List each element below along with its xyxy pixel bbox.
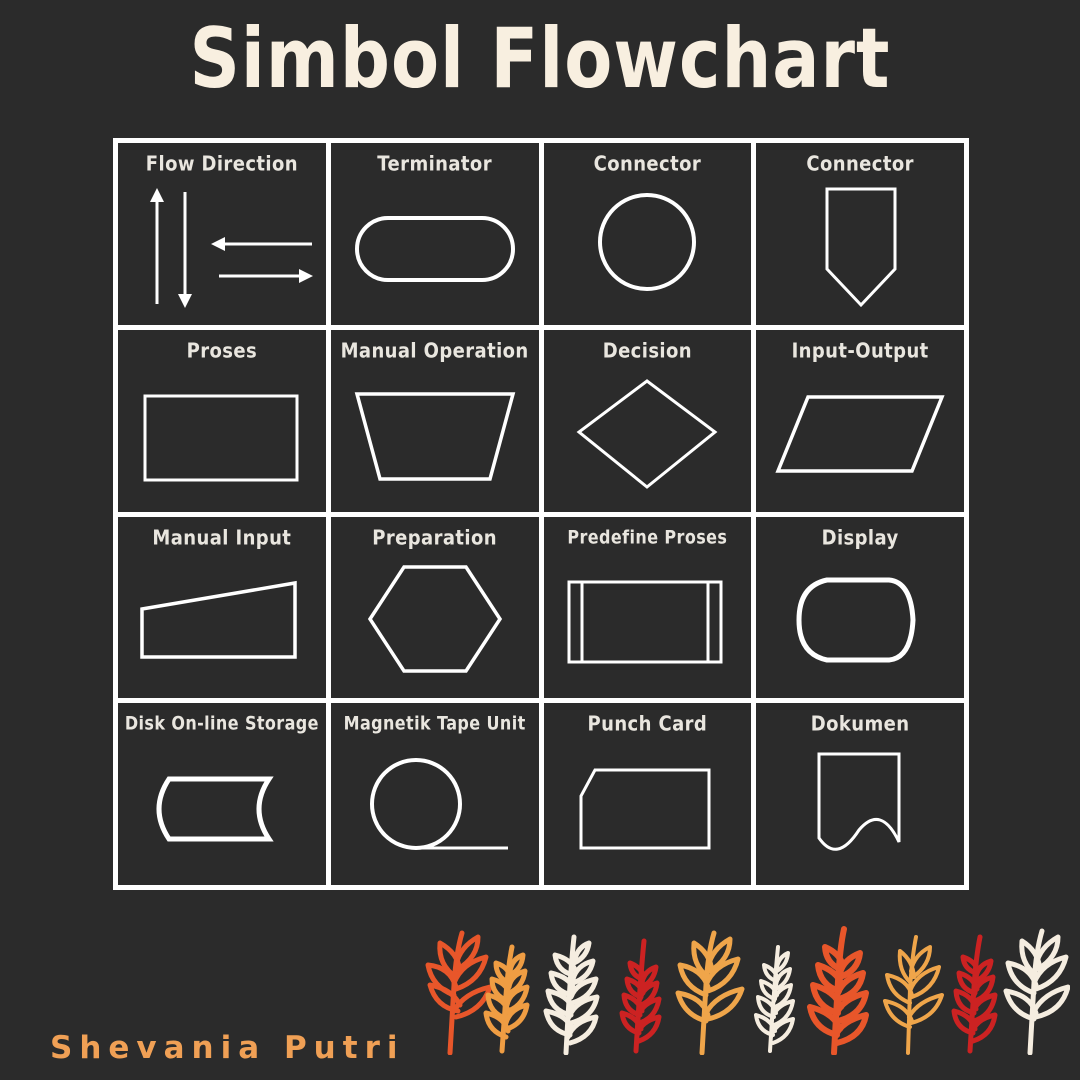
diamond-icon xyxy=(544,356,752,512)
author-signature: Shevania Putri xyxy=(50,1030,405,1066)
botanical-decoration xyxy=(410,925,1070,1055)
symbol-cell-input-output[interactable]: Input-Output xyxy=(756,329,964,512)
symbol-cell-connector-offpage[interactable]: Connector xyxy=(756,143,964,325)
symbol-cell-predefine-proses[interactable]: Predefine Proses xyxy=(543,516,752,699)
stadium-rounded-rectangle-icon xyxy=(331,169,539,325)
hexagon-icon xyxy=(331,543,539,699)
symbol-cell-punch-card[interactable]: Punch Card xyxy=(543,703,752,885)
page-title: Simbol Flowchart xyxy=(189,10,891,107)
symbol-cell-magnetik-tape-unit[interactable]: Magnetik Tape Unit xyxy=(330,703,539,885)
symbol-label: Input-Output xyxy=(791,338,929,363)
symbol-label: Display xyxy=(821,525,899,550)
rectangle-cut-corner-icon xyxy=(544,729,752,885)
circle-icon xyxy=(544,169,752,325)
symbol-label: Connector xyxy=(806,152,914,177)
symbol-label: Disk On-line Storage xyxy=(124,712,319,735)
symbol-cell-preparation[interactable]: Preparation xyxy=(330,516,539,699)
poster-canvas: Simbol Flowchart Flow Direction Terminat… xyxy=(0,0,1080,1080)
symbol-label: Connector xyxy=(593,152,702,177)
symbol-label: Dokumen xyxy=(810,712,910,737)
slanted-top-quadrilateral-icon xyxy=(118,543,326,699)
document-wavy-bottom-icon xyxy=(756,729,964,885)
symbol-label: Flow Direction xyxy=(145,152,298,177)
circle-with-tangent-line-icon xyxy=(331,727,539,885)
symbol-cell-manual-operation[interactable]: Manual Operation xyxy=(330,329,539,512)
symbol-label: Predefine Proses xyxy=(567,525,728,548)
display-rounded-left-icon xyxy=(756,543,964,699)
rectangle-icon xyxy=(118,356,326,512)
symbol-label: Manual Input xyxy=(152,525,292,550)
symbol-label: Punch Card xyxy=(587,712,708,737)
symbol-label: Preparation xyxy=(372,525,497,550)
flow-direction-arrows-icon xyxy=(118,169,326,325)
symbol-cell-disk-online-storage[interactable]: Disk On-line Storage xyxy=(118,703,326,885)
symbol-cell-display[interactable]: Display xyxy=(756,516,964,699)
symbol-label: Decision xyxy=(602,338,692,363)
horizontal-cylinder-icon xyxy=(118,727,326,885)
off-page-connector-pentagon-icon xyxy=(756,169,964,325)
symbol-cell-manual-input[interactable]: Manual Input xyxy=(118,516,326,699)
symbol-label: Magnetik Tape Unit xyxy=(343,712,526,735)
symbol-cell-terminator[interactable]: Terminator xyxy=(330,143,539,325)
symbol-cell-dokumen[interactable]: Dokumen xyxy=(756,703,964,885)
rectangle-with-side-bars-icon xyxy=(544,541,752,699)
symbol-cell-connector-circle[interactable]: Connector xyxy=(543,143,752,325)
symbol-cell-flow-direction[interactable]: Flow Direction xyxy=(118,143,326,325)
symbol-grid: Flow Direction Terminator Connector Conn… xyxy=(113,138,969,890)
symbol-label: Manual Operation xyxy=(340,338,529,363)
symbol-cell-proses[interactable]: Proses xyxy=(118,329,326,512)
symbol-label: Proses xyxy=(186,338,258,363)
symbol-cell-decision[interactable]: Decision xyxy=(543,329,752,512)
parallelogram-icon xyxy=(756,356,964,512)
inverted-trapezoid-icon xyxy=(331,356,539,512)
symbol-label: Terminator xyxy=(377,152,492,177)
